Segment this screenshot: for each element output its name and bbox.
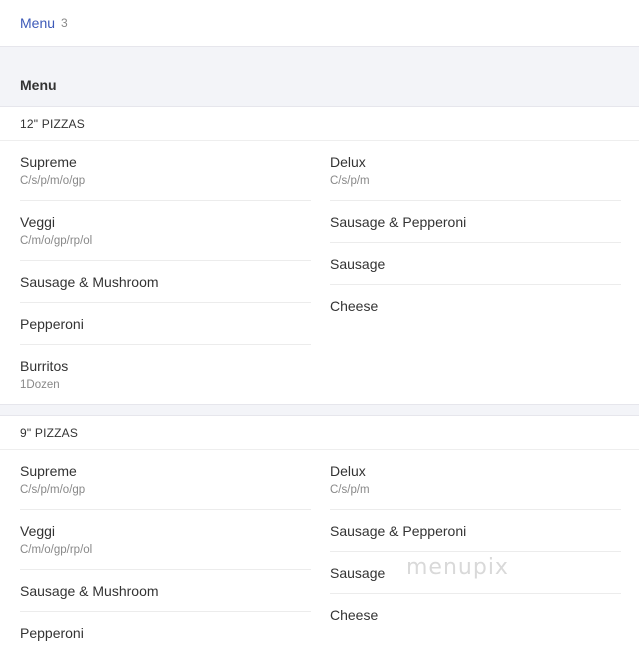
menu-item[interactable]: Veggi C/m/o/gp/rp/ol: [20, 510, 311, 570]
item-name: Sausage & Mushroom: [20, 583, 159, 599]
item-desc: C/s/p/m/o/gp: [20, 175, 86, 187]
menu-item[interactable]: Burritos 1Dozen: [20, 345, 311, 404]
menu-item[interactable]: Sausage & Mushroom: [20, 261, 311, 303]
item-name: Veggi: [20, 214, 56, 230]
section-title: 9" PIZZAS: [0, 416, 639, 450]
item-name: Cheese: [330, 607, 379, 623]
item-name: Sausage: [330, 256, 386, 272]
item-name: Sausage & Pepperoni: [330, 523, 467, 539]
item-desc: 1Dozen: [20, 379, 60, 391]
menu-item[interactable]: Pepperoni: [20, 612, 311, 651]
menu-item[interactable]: Pepperoni: [20, 303, 311, 345]
menu-item[interactable]: Supreme C/s/p/m/o/gp: [20, 450, 311, 510]
item-name: Pepperoni: [20, 625, 84, 641]
item-name: Sausage & Pepperoni: [330, 214, 467, 230]
menu-item[interactable]: Cheese: [330, 285, 621, 326]
menu-item[interactable]: Veggi C/m/o/gp/rp/ol: [20, 201, 311, 261]
menu-section-9-pizzas: 9" PIZZAS Supreme C/s/p/m/o/gp Veggi C/m…: [0, 415, 639, 651]
menu-item[interactable]: Sausage & Pepperoni: [330, 510, 621, 552]
item-desc: C/s/p/m: [330, 175, 370, 187]
menu-item[interactable]: Supreme C/s/p/m/o/gp: [20, 141, 311, 201]
item-name: Cheese: [330, 298, 379, 314]
item-name: Pepperoni: [20, 316, 84, 332]
item-desc: C/m/o/gp/rp/ol: [20, 544, 93, 556]
menu-item[interactable]: Delux C/s/p/m: [330, 450, 621, 510]
right-column: Delux C/s/p/m Sausage & Pepperoni Sausag…: [330, 141, 621, 404]
item-desc: C/m/o/gp/rp/ol: [20, 235, 93, 247]
breadcrumb: Menu 3: [0, 0, 639, 47]
item-name: Delux: [330, 154, 366, 170]
menu-link[interactable]: Menu: [20, 15, 55, 31]
section-title: 12" PIZZAS: [0, 107, 639, 141]
menu-item[interactable]: Sausage & Mushroom: [20, 570, 311, 612]
menu-item[interactable]: Cheese: [330, 594, 621, 635]
item-name: Burritos: [20, 358, 69, 374]
item-name: Veggi: [20, 523, 56, 539]
menu-item[interactable]: Sausage & Pepperoni: [330, 201, 621, 243]
menu-item[interactable]: Delux C/s/p/m: [330, 141, 621, 201]
item-name: Supreme: [20, 154, 77, 170]
left-column: Supreme C/s/p/m/o/gp Veggi C/m/o/gp/rp/o…: [20, 141, 311, 404]
menu-section-12-pizzas: 12" PIZZAS Supreme C/s/p/m/o/gp Veggi C/…: [0, 106, 639, 405]
right-column: Delux C/s/p/m Sausage & Pepperoni Sausag…: [330, 450, 621, 651]
item-desc: C/s/p/m: [330, 484, 370, 496]
left-column: Supreme C/s/p/m/o/gp Veggi C/m/o/gp/rp/o…: [20, 450, 311, 651]
item-name: Sausage & Mushroom: [20, 274, 159, 290]
watermark-logo: menupix: [406, 555, 509, 580]
item-name: Delux: [330, 463, 366, 479]
item-name: Supreme: [20, 463, 77, 479]
menu-heading: Menu: [0, 47, 639, 106]
menu-count: 3: [61, 16, 68, 30]
menu-item[interactable]: Sausage: [330, 243, 621, 285]
item-desc: C/s/p/m/o/gp: [20, 484, 86, 496]
